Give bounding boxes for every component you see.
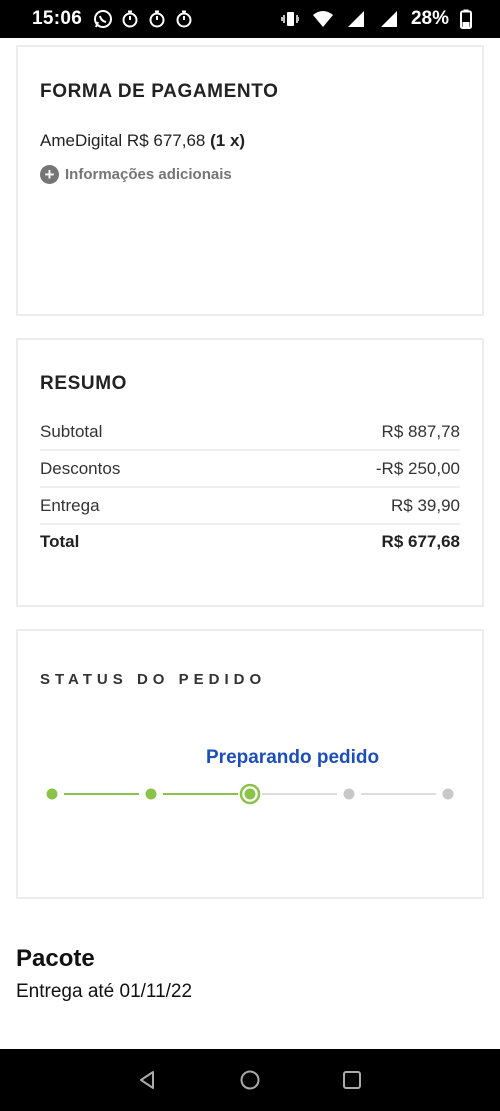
summary-table: Subtotal R$ 887,78 Descontos -R$ 250,00 … <box>40 414 460 559</box>
timer-icon <box>119 8 141 30</box>
payment-method-label: AmeDigital R$ 677,68 <box>40 131 206 150</box>
more-info-label: Informações adicionais <box>65 166 232 183</box>
summary-value: R$ 677,68 <box>381 532 460 551</box>
summary-value: -R$ 250,00 <box>375 458 460 478</box>
battery-percent: 28% <box>410 8 449 29</box>
system-nav-bar <box>0 1049 500 1111</box>
progress-step-pending <box>343 788 355 800</box>
summary-label: Total <box>40 532 80 551</box>
package-title: Pacote <box>16 945 95 972</box>
progress-step-done <box>46 788 58 800</box>
summary-title: RESUMO <box>40 373 127 394</box>
timer-icon <box>173 8 195 30</box>
back-icon <box>140 1071 154 1089</box>
summary-label: Entrega <box>40 495 100 515</box>
whatsapp-icon <box>92 8 114 30</box>
order-status-title: STATUS DO PEDIDO <box>40 671 267 688</box>
back-button[interactable] <box>128 1060 168 1100</box>
status-time: 15:06 <box>32 8 83 29</box>
summary-row-total: Total R$ 677,68 <box>40 525 460 559</box>
home-icon <box>240 1070 260 1090</box>
summary-row-subtotal: Subtotal R$ 887,78 <box>40 414 460 451</box>
progress-step-pending <box>442 788 454 800</box>
payment-method: AmeDigital R$ 677,68 (1 x) <box>40 131 245 151</box>
status-bar: 15:06 28% <box>0 0 500 38</box>
summary-value: R$ 887,78 <box>381 421 460 441</box>
signal-icon <box>345 8 367 30</box>
timer-icon <box>146 8 168 30</box>
progress-step-current <box>244 788 256 800</box>
home-button[interactable] <box>230 1060 270 1100</box>
summary-row-delivery: Entrega R$ 39,90 <box>40 488 460 525</box>
more-info-link[interactable]: + Informações adicionais <box>40 165 232 184</box>
vibrate-icon <box>279 8 301 30</box>
payment-title: FORMA DE PAGAMENTO <box>40 81 279 102</box>
summary-card: RESUMO Subtotal R$ 887,78 Descontos -R$ … <box>16 338 484 607</box>
summary-row-discounts: Descontos -R$ 250,00 <box>40 451 460 488</box>
summary-value: R$ 39,90 <box>391 495 460 515</box>
summary-label: Subtotal <box>40 421 103 441</box>
recents-button[interactable] <box>332 1060 372 1100</box>
battery-icon <box>455 8 477 30</box>
current-stage-label: Preparando pedido <box>206 747 380 768</box>
package-delivery-date: Entrega até 01/11/22 <box>16 981 193 1002</box>
payment-card: FORMA DE PAGAMENTO AmeDigital R$ 677,68 … <box>16 45 484 316</box>
summary-label: Descontos <box>40 458 121 478</box>
order-status-card: STATUS DO PEDIDO Preparando pedido <box>16 629 484 899</box>
order-progress-tracker <box>46 783 454 805</box>
recents-icon <box>343 1071 361 1089</box>
payment-installments: (1 x) <box>210 131 246 150</box>
plus-circle-icon: + <box>40 165 59 184</box>
wifi-icon <box>312 8 334 30</box>
progress-step-done <box>145 788 157 800</box>
signal-icon <box>378 8 400 30</box>
